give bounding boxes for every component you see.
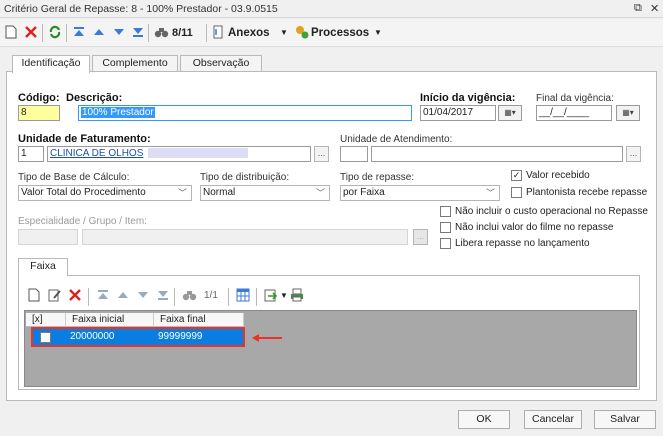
first-icon[interactable] <box>72 25 86 41</box>
descricao-field[interactable]: 100% Prestador <box>78 105 412 121</box>
tipo-repasse-label: Tipo de repasse: <box>340 172 415 183</box>
delete-icon[interactable] <box>68 288 82 304</box>
especialidade-name <box>82 229 408 245</box>
window-title: Critério Geral de Repasse: 8 - 100% Pres… <box>4 3 278 15</box>
previous-icon[interactable] <box>92 25 106 41</box>
search-icon[interactable] <box>182 288 198 304</box>
last-icon[interactable] <box>131 25 145 41</box>
calendar-icon[interactable]: ▦▾ <box>616 105 640 121</box>
chevron-down-icon[interactable]: ▼ <box>280 288 288 304</box>
unidade-faturamento-name[interactable]: CLINICA DE OLHOS <box>47 146 311 162</box>
toolbar-divider <box>42 24 43 42</box>
previous-icon[interactable] <box>116 288 130 304</box>
new-icon[interactable] <box>28 288 40 304</box>
save-button[interactable]: Salvar <box>594 410 656 429</box>
libera-repasse-label: Libera repasse no lançamento <box>455 238 590 249</box>
plantonista-checkbox[interactable] <box>511 187 522 198</box>
codigo-field[interactable]: 8 <box>18 105 60 121</box>
delete-icon[interactable] <box>24 25 38 41</box>
toolbar-divider <box>148 24 149 42</box>
tab-identificacao[interactable]: Identificação <box>12 55 90 73</box>
highlight-box <box>31 327 245 347</box>
search-icon[interactable] <box>154 25 170 41</box>
especialidade-label: Especialidade / Grupo / Item: <box>18 216 147 227</box>
toolbar-divider <box>88 288 89 306</box>
inicio-vigencia-field[interactable]: 01/04/2017 <box>420 105 496 121</box>
next-icon[interactable] <box>136 288 150 304</box>
nao-incluir-custo-checkbox[interactable] <box>440 206 451 217</box>
first-icon[interactable] <box>96 288 110 304</box>
toolbar-divider <box>174 288 175 306</box>
libera-repasse-checkbox[interactable] <box>440 238 451 249</box>
next-icon[interactable] <box>112 25 126 41</box>
grid-icon[interactable] <box>236 288 250 304</box>
nao-inclui-filme-label: Não inclui valor do filme no repasse <box>455 222 614 233</box>
valor-recebido-checkbox[interactable]: ✓ <box>511 170 522 181</box>
unidade-faturamento-lookup-button[interactable]: ... <box>314 146 329 162</box>
toolbar-divider <box>256 288 257 306</box>
nao-incluir-custo-label: Não incluir o custo operacional no Repas… <box>455 206 648 217</box>
unidade-atendimento-label: Unidade de Atendimento: <box>340 134 453 145</box>
inicio-vigencia-label: Início da vigência: <box>420 92 516 104</box>
plantonista-label: Plantonista recebe repasse <box>526 187 648 198</box>
process-icon[interactable] <box>295 25 309 41</box>
faixa-counter: 1/1 <box>204 290 218 301</box>
toolbar-divider <box>228 288 229 306</box>
valor-recebido-label: Valor recebido <box>526 170 590 181</box>
unidade-atendimento-name[interactable] <box>371 146 623 162</box>
export-icon[interactable] <box>264 288 278 304</box>
especialidade-lookup-button: ... <box>413 229 428 245</box>
toolbar-divider <box>206 24 207 42</box>
ok-button[interactable]: OK <box>458 410 510 429</box>
title-bar: Critério Geral de Repasse: 8 - 100% Pres… <box>0 0 663 18</box>
close-window-icon[interactable]: ✕ <box>650 2 659 15</box>
unidade-atendimento-lookup-button[interactable]: ... <box>626 146 641 162</box>
final-vigencia-label: Final da vigência: <box>536 93 614 104</box>
tipo-base-select[interactable]: Valor Total do Procedimento ﹀ <box>18 185 192 201</box>
toolbar: 8/11 Anexos ▼ Processos ▼ <box>0 19 663 47</box>
tipo-base-label: Tipo de Base de Cálculo: <box>18 172 130 183</box>
unidade-faturamento-code[interactable]: 1 <box>18 146 44 162</box>
tab-complemento[interactable]: Complemento <box>92 55 178 72</box>
chevron-down-icon[interactable]: ▼ <box>280 25 288 41</box>
chevron-down-icon[interactable]: ▼ <box>374 25 382 41</box>
print-icon[interactable] <box>290 288 304 304</box>
attachment-icon[interactable] <box>212 25 224 41</box>
grid-header-faixa-inicial[interactable]: Faixa inicial <box>66 313 154 327</box>
tab-observacao[interactable]: Observação <box>180 55 262 72</box>
grid-header-faixa-final[interactable]: Faixa final <box>154 313 244 327</box>
refresh-icon[interactable] <box>48 25 62 41</box>
last-icon[interactable] <box>156 288 170 304</box>
codigo-label: Código: <box>18 92 60 104</box>
unidade-atendimento-code[interactable] <box>340 146 368 162</box>
calendar-icon[interactable]: ▦▾ <box>498 105 522 121</box>
annotation-arrow-icon <box>252 334 282 342</box>
toolbar-divider <box>66 24 67 42</box>
final-vigencia-field[interactable]: __/__/____ <box>536 105 612 121</box>
processos-menu[interactable]: Processos <box>311 25 369 41</box>
unidade-faturamento-label: Unidade de Faturamento: <box>18 133 151 145</box>
record-counter: 8/11 <box>172 27 193 39</box>
tab-faixa[interactable]: Faixa <box>18 258 68 276</box>
grid-header-select[interactable]: [x] <box>26 313 66 327</box>
especialidade-code <box>18 229 78 245</box>
nao-inclui-filme-checkbox[interactable] <box>440 222 451 233</box>
anexos-menu[interactable]: Anexos <box>228 25 270 41</box>
tipo-distribuicao-label: Tipo de distribuição: <box>200 172 290 183</box>
edit-icon[interactable] <box>48 288 62 304</box>
descricao-label: Descrição: <box>66 92 123 104</box>
restore-icon[interactable]: ⧉ <box>634 2 642 15</box>
tipo-distribuicao-select[interactable]: Normal ﹀ <box>200 185 330 201</box>
new-icon[interactable] <box>5 25 17 41</box>
cancel-button[interactable]: Cancelar <box>524 410 582 429</box>
tipo-repasse-select[interactable]: por Faixa ﹀ <box>340 185 500 201</box>
